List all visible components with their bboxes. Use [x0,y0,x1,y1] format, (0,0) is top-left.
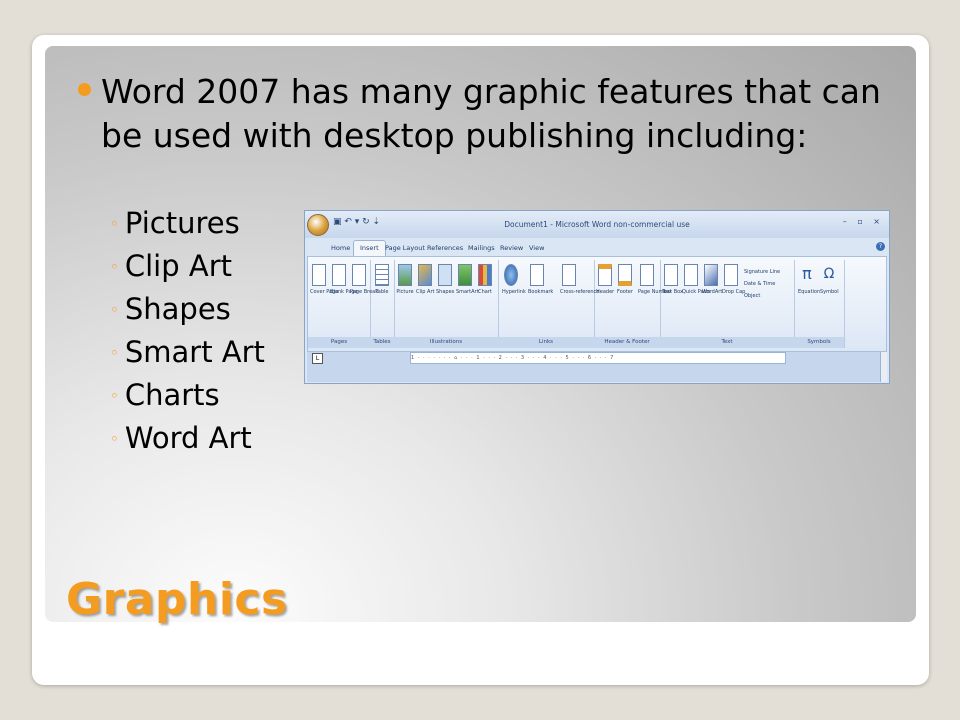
list-item: ◦ Pictures [110,206,240,240]
cross-reference-icon [562,264,576,286]
group-symbols: π Equation Ω Symbol Symbols [794,260,845,348]
page-number-item: Page Number [638,264,672,296]
smartart-item: SmartArt [456,264,479,296]
header-icon [598,264,612,286]
signature-line-command: Signature Line [744,269,781,275]
list-item: ◦ Word Art [110,421,252,455]
wordart-icon [704,264,718,286]
sub-bullet-marker: ◦ [110,258,119,276]
header-item: Header [596,264,614,296]
window-title: Document1 - Microsoft Word non-commercia… [504,220,690,229]
cover-page-icon [312,264,326,286]
help-icon: ? [876,242,885,251]
object-command: Object [744,293,761,299]
quick-parts-item: Quick Parts [682,264,710,296]
symbol-item: Ω Symbol [820,266,839,295]
ribbon-groups: Cover Page Blank Page Page Break Pages T… [307,256,887,352]
list-item: ◦ Charts [110,378,220,412]
bookmark-item: Bookmark [528,264,553,296]
group-illustrations: Picture Clip Art Shapes SmartArt Chart I… [394,260,499,348]
sub-bullet-marker: ◦ [110,344,119,362]
tab-page-layout: Page Layout [385,244,425,252]
drop-cap-icon [724,264,738,286]
tab-mailings: Mailings [468,244,495,252]
text-box-icon [664,264,678,286]
omega-icon: Ω [823,266,835,282]
sub-bullet-marker: ◦ [110,301,119,319]
picture-item: Picture [396,264,414,296]
list-item: ◦ Smart Art [110,335,265,369]
page-break-icon [352,264,366,286]
sub-bullet-marker: ◦ [110,430,119,448]
wordart-item: WordArt [702,264,722,296]
group-header-footer: Header Footer Page Number Header & Foote… [594,260,672,348]
pi-icon: π [802,264,812,283]
date-time-command: Date & Time [744,281,776,287]
footer-icon [618,264,632,286]
shapes-icon [438,264,452,286]
list-item: ◦ Shapes [110,292,231,326]
ruler-scale: 1 · · · · · · · ⌂ · · · 1 · · · 2 · · · … [410,352,786,364]
bullet-dot [78,83,91,96]
slide-title: Graphics [66,574,288,625]
page-break-item: Page Break [350,264,378,296]
document-ruler: L 1 · · · · · · · ⌂ · · · 1 · · · 2 · · … [307,352,887,382]
group-links: Hyperlink Bookmark Cross-reference Links [498,260,599,348]
feature-list: ◦ Pictures ◦ Clip Art ◦ Shapes ◦ Smart Art ◦… [110,202,265,460]
list-item: ◦ Clip Art [110,249,232,283]
group-tables: Table Tables [370,260,395,348]
tab-home: Home [331,244,351,252]
table-item: Table [373,264,391,296]
page-number-icon [640,264,654,286]
tab-review: Review [500,244,524,252]
tab-view: View [529,244,545,252]
cross-reference-item: Cross-reference [560,264,599,296]
vertical-scrollbar [880,352,887,382]
word-ribbon-screenshot: ▣ ↶ ▾ ↻ ⇣ Document1 - Microsoft Word non… [304,210,890,384]
group-text: Text Box Quick Parts WordArt Drop Cap Si… [660,260,795,348]
table-icon [375,264,389,286]
hyperlink-item: Hyperlink [502,264,526,296]
bookmark-icon [530,264,544,286]
chart-item: Chart [476,264,494,296]
ribbon-title-bar: ▣ ↶ ▾ ↻ ⇣ Document1 - Microsoft Word non… [305,211,889,238]
text-side-commands: Signature Line Date & Time Object [744,266,780,302]
window-controls: – ▫ × [842,217,884,226]
sub-bullet-marker: ◦ [110,387,119,405]
blank-page-icon [332,264,346,286]
text-box-item: Text Box [662,264,683,296]
tab-selector-box: L [312,353,323,364]
cover-page-item: Cover Page [310,264,338,296]
main-bullet-text: Word 2007 has many graphic features that… [101,72,881,155]
group-pages: Cover Page Blank Page Page Break Pages [308,260,378,348]
tab-references: References [427,244,464,252]
drop-cap-item: Drop Cap [722,264,745,296]
chart-icon [478,264,492,286]
quick-parts-icon [684,264,698,286]
globe-icon [504,264,518,286]
shapes-item: Shapes [436,264,454,296]
blank-page-item: Blank Page [330,264,358,296]
clip-art-icon [418,264,432,286]
picture-icon [398,264,412,286]
clip-art-item: Clip Art [416,264,434,296]
footer-item: Footer [616,264,634,296]
smartart-icon [458,264,472,286]
equation-item: π Equation [798,264,821,295]
sub-bullet-marker: ◦ [110,215,119,233]
